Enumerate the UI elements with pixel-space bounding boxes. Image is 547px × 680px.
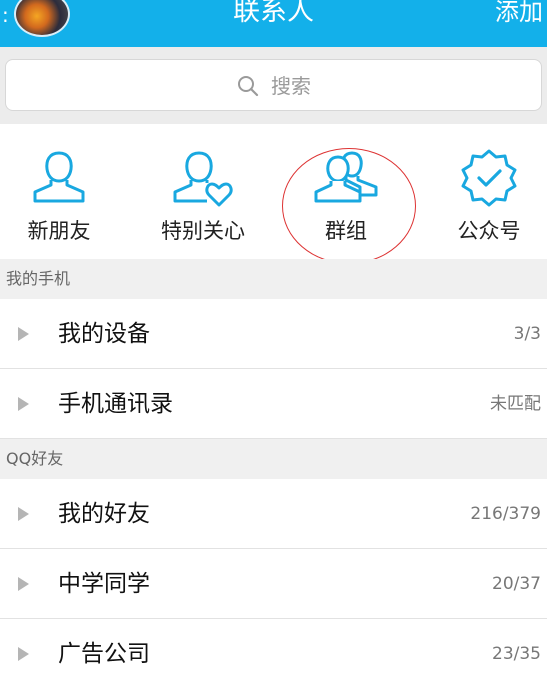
list-item-my-friends[interactable]: 我的好友 216/379 xyxy=(0,479,547,549)
search-placeholder: 搜索 xyxy=(271,74,312,98)
list-item-ad-company[interactable]: 广告公司 23/35 xyxy=(0,619,547,680)
expand-arrow-icon xyxy=(18,397,29,411)
row-label: 广告公司 xyxy=(58,641,150,667)
row-label: 手机通讯录 xyxy=(58,391,173,417)
expand-arrow-icon xyxy=(18,577,29,591)
row-count: 216/379 xyxy=(470,504,541,524)
quick-official-accounts[interactable]: 公众号 xyxy=(421,124,547,259)
expand-arrow-icon xyxy=(18,507,29,521)
expand-arrow-icon xyxy=(18,647,29,661)
quick-label-new-friends: 新朋友 xyxy=(27,219,91,243)
row-label: 中学同学 xyxy=(58,571,150,597)
search-input[interactable]: 搜索 xyxy=(5,59,542,111)
add-button[interactable]: 添加 xyxy=(495,0,543,30)
quick-entries: 新朋友 特别关心 群组 公众号 xyxy=(0,124,547,259)
list-item-middle-school[interactable]: 中学同学 20/37 xyxy=(0,549,547,619)
special-care-icon xyxy=(173,151,233,207)
row-count: 3/3 xyxy=(513,324,541,344)
quick-special-care[interactable]: 特别关心 xyxy=(135,124,271,259)
page-title: 联系人 xyxy=(233,0,314,27)
expand-arrow-icon xyxy=(18,327,29,341)
list-item-my-devices[interactable]: 我的设备 3/3 xyxy=(0,299,547,369)
official-account-icon xyxy=(461,149,517,207)
row-label: 我的设备 xyxy=(58,321,150,347)
search-area: 搜索 xyxy=(0,47,547,124)
quick-label-special-care: 特别关心 xyxy=(161,219,245,243)
section-label: 我的手机 xyxy=(6,269,71,288)
section-label: QQ好友 xyxy=(6,449,64,468)
row-count: 未匹配 xyxy=(490,394,541,414)
search-icon xyxy=(237,76,259,97)
list-item-phone-contacts[interactable]: 手机通讯录 未匹配 xyxy=(0,369,547,439)
quick-new-friends[interactable]: 新朋友 xyxy=(0,124,127,259)
annotation-circle xyxy=(282,148,416,264)
row-label: 我的好友 xyxy=(58,501,150,527)
quick-label-official-accounts: 公众号 xyxy=(457,219,521,243)
top-bar: : 联系人 添加 xyxy=(0,0,547,47)
contacts-screen: : 联系人 添加 搜索 新朋友 特别关心 群组 公众号 我的手机 我的设备 3/… xyxy=(0,0,547,680)
section-header-my-phone: 我的手机 xyxy=(0,259,547,299)
new-friend-icon xyxy=(33,151,85,203)
section-header-qq-friends: QQ好友 xyxy=(0,439,547,479)
row-count: 23/35 xyxy=(492,644,541,664)
row-count: 20/37 xyxy=(492,574,541,594)
